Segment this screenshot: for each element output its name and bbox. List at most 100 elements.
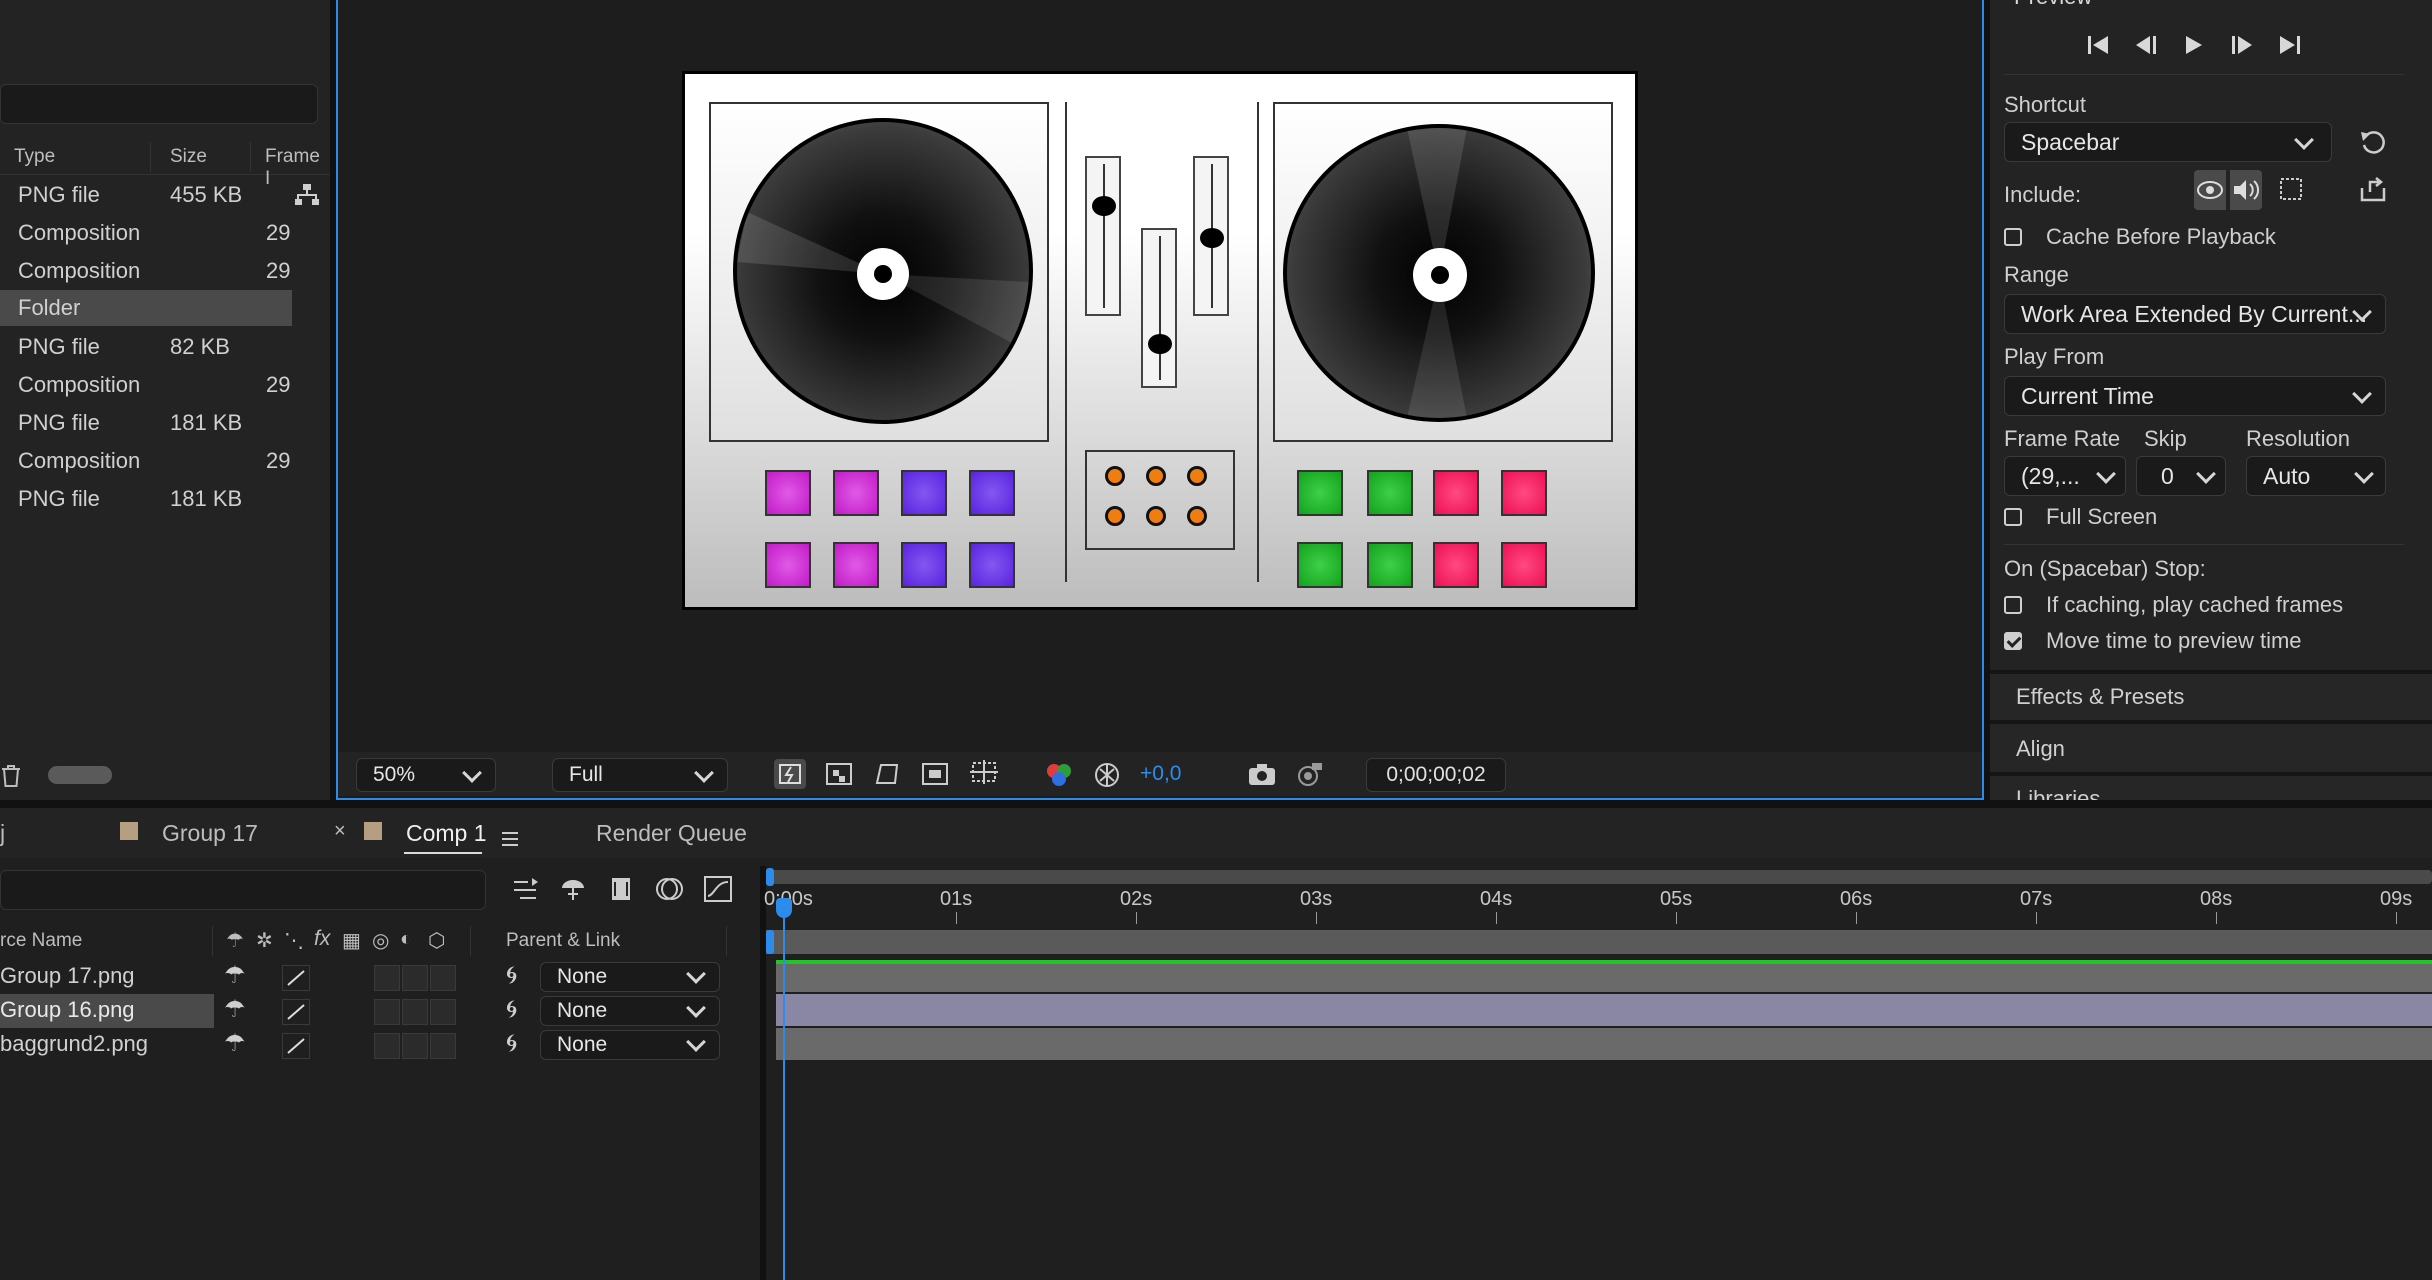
- layer-bar-baggrund2[interactable]: [776, 1028, 2432, 1060]
- shortcut-dropdown[interactable]: Spacebar: [2004, 122, 2332, 162]
- resolution-dropdown[interactable]: Full: [552, 758, 728, 792]
- switch-box[interactable]: [402, 999, 428, 1025]
- export-preview-icon[interactable]: [2358, 174, 2388, 210]
- close-tab-icon[interactable]: ×: [334, 820, 346, 843]
- previous-frame-button[interactable]: [2132, 32, 2160, 64]
- mask-path-icon[interactable]: [872, 760, 902, 794]
- graph-editor-icon[interactable]: [702, 874, 734, 910]
- exposure-value[interactable]: +0,0: [1140, 762, 1181, 786]
- first-frame-button[interactable]: [2084, 32, 2112, 64]
- list-item[interactable]: Composition 29: [0, 215, 330, 251]
- composition-mini-flowchart-icon[interactable]: [510, 874, 544, 910]
- list-item-selected[interactable]: Folder: [0, 290, 292, 326]
- parent-dropdown[interactable]: None: [540, 996, 720, 1026]
- shy-toggle-icon[interactable]: ☂: [224, 998, 246, 1022]
- timeline-search-input[interactable]: [0, 870, 486, 910]
- list-item[interactable]: PNG file 455 KB: [0, 177, 330, 213]
- include-audio-toggle[interactable]: [2230, 170, 2262, 210]
- column-size[interactable]: Size: [170, 146, 207, 168]
- tab-render-queue[interactable]: Render Queue: [596, 820, 747, 847]
- channel-rgb-icon[interactable]: [1044, 760, 1074, 796]
- panel-menu-icon[interactable]: [502, 826, 518, 852]
- switch-box[interactable]: [374, 999, 400, 1025]
- effects-presets-panel-tab[interactable]: Effects & Presets: [1990, 674, 2432, 720]
- pick-whip-icon[interactable]: 🌀︎: [506, 964, 517, 988]
- shy-layers-icon[interactable]: [558, 874, 588, 910]
- timeline-left-handle[interactable]: [766, 930, 774, 954]
- ruler-label: 06s: [1840, 888, 1873, 910]
- layer-row-selected[interactable]: Group 16.png ☂ 🌀︎ None: [0, 994, 780, 1028]
- include-overlays-icon[interactable]: [2276, 174, 2306, 210]
- libraries-panel-tab[interactable]: Libraries: [1990, 776, 2432, 800]
- range-dropdown[interactable]: Work Area Extended By Current...: [2004, 294, 2386, 334]
- switch-box[interactable]: [430, 999, 456, 1025]
- show-snapshot-icon[interactable]: [1292, 760, 1324, 794]
- frame-rate-dropdown[interactable]: (29,...: [2004, 456, 2126, 496]
- current-time-display[interactable]: 0;00;00;02: [1366, 758, 1506, 792]
- tab-group-17[interactable]: Group 17: [162, 820, 258, 847]
- frame-blending-icon[interactable]: [606, 874, 636, 910]
- project-search-input[interactable]: [0, 84, 318, 124]
- if-caching-checkbox[interactable]: [2004, 596, 2022, 614]
- include-video-toggle[interactable]: [2194, 170, 2226, 210]
- list-item[interactable]: PNG file 82 KB: [0, 329, 330, 365]
- skip-dropdown[interactable]: 0: [2136, 456, 2226, 496]
- adjustment-layer-icon: ◐: [400, 928, 413, 950]
- quality-slash-icon[interactable]: [282, 999, 310, 1025]
- switch-box[interactable]: [374, 965, 400, 991]
- align-panel-tab[interactable]: Align: [1990, 724, 2432, 772]
- reset-exposure-icon[interactable]: [1092, 760, 1122, 796]
- list-item[interactable]: Composition 29: [0, 443, 330, 479]
- cache-before-playback-checkbox[interactable]: [2004, 228, 2022, 246]
- reset-shortcut-icon[interactable]: [2358, 128, 2388, 162]
- last-frame-button[interactable]: [2276, 32, 2304, 64]
- snapshot-camera-icon[interactable]: [1246, 760, 1278, 794]
- source-name-header[interactable]: rce Name: [0, 930, 82, 952]
- move-time-checkbox[interactable]: [2004, 632, 2022, 650]
- play-button[interactable]: [2180, 32, 2208, 64]
- layer-row[interactable]: baggrund2.png ☂ 🌀︎ None: [0, 1028, 780, 1062]
- switch-box[interactable]: [430, 965, 456, 991]
- time-ruler[interactable]: 0:00s 01s 02s 03s 04s 05s 06s 07s 08s 09…: [764, 886, 2432, 926]
- quality-slash-icon[interactable]: [282, 1033, 310, 1059]
- next-frame-button[interactable]: [2228, 32, 2256, 64]
- tab-partial[interactable]: j: [0, 820, 5, 847]
- layer-row[interactable]: Group 17.png ☂ 🌀︎ None: [0, 960, 780, 994]
- shy-toggle-icon[interactable]: ☂: [224, 964, 246, 988]
- time-graph[interactable]: 0:00s 01s 02s 03s 04s 05s 06s 07s 08s 09…: [764, 866, 2432, 1280]
- list-item[interactable]: PNG file 181 KB: [0, 405, 330, 441]
- list-item[interactable]: PNG file 181 KB: [0, 481, 330, 517]
- group17-color-swatch: [120, 822, 138, 840]
- layer-bar-group16[interactable]: [776, 994, 2432, 1026]
- tab-comp-1[interactable]: Comp 1: [406, 820, 487, 847]
- grid-guides-icon[interactable]: [968, 758, 1002, 796]
- switch-box[interactable]: [430, 1033, 456, 1059]
- work-area-start-handle[interactable]: [766, 868, 774, 886]
- resolution-preview-dropdown[interactable]: Auto: [2246, 456, 2386, 496]
- region-of-interest-icon[interactable]: [920, 760, 950, 794]
- motion-blur-icon[interactable]: [654, 874, 686, 910]
- composition-frame[interactable]: [682, 71, 1638, 610]
- full-screen-checkbox[interactable]: [2004, 508, 2022, 526]
- trash-icon[interactable]: [0, 764, 22, 794]
- quality-slash-icon[interactable]: [282, 965, 310, 991]
- zoom-dropdown[interactable]: 50%: [356, 758, 496, 792]
- parent-dropdown[interactable]: None: [540, 1030, 720, 1060]
- shy-toggle-icon[interactable]: ☂: [224, 1032, 246, 1056]
- transparency-grid-icon[interactable]: [824, 760, 854, 794]
- play-from-dropdown[interactable]: Current Time: [2004, 376, 2386, 416]
- switch-box[interactable]: [402, 1033, 428, 1059]
- pick-whip-icon[interactable]: 🌀︎: [506, 1032, 517, 1056]
- parent-dropdown[interactable]: None: [540, 962, 720, 992]
- list-item[interactable]: Composition 29: [0, 253, 330, 289]
- layer-bar-group17[interactable]: [776, 960, 2432, 992]
- list-item[interactable]: Composition 29: [0, 367, 330, 403]
- current-time-indicator-handle[interactable]: [776, 898, 792, 918]
- thumbnail-size-slider[interactable]: [48, 766, 112, 784]
- work-area-bar[interactable]: [766, 870, 2432, 884]
- switch-box[interactable]: [374, 1033, 400, 1059]
- switch-box[interactable]: [402, 965, 428, 991]
- fast-previews-icon[interactable]: [774, 759, 806, 789]
- pick-whip-icon[interactable]: 🌀︎: [506, 998, 517, 1022]
- column-type[interactable]: Type: [14, 146, 55, 168]
